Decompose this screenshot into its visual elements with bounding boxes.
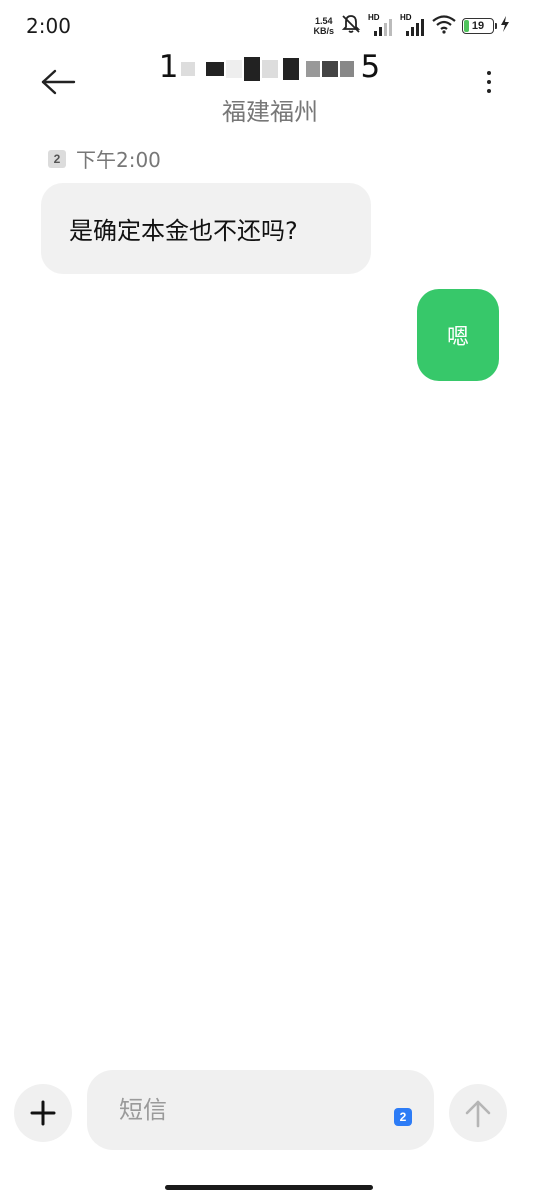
redaction-block [282,57,299,80]
sim-2-badge: 2 [48,149,66,168]
outgoing-message-bubble[interactable]: 嗯 [417,289,499,381]
add-attachment-button[interactable] [14,1084,72,1142]
battery-level: 19 [471,20,485,32]
conversation-header: 15 福建福州 [0,52,540,130]
contact-title: 15 福建福州 [120,52,420,127]
message-composer: 2 [0,1068,540,1158]
redaction-block [243,56,260,81]
battery-icon: 19 [462,18,497,34]
status-bar: 2:00 1.54 KB/s HD HD 19 [0,0,540,52]
network-speed-unit: KB/s [313,26,334,36]
wifi-icon [432,14,456,38]
incoming-message-text: 是确定本金也不还吗? [69,217,298,245]
sim-2-badge-blue[interactable]: 2 [394,1108,412,1126]
redaction-block [205,61,224,76]
timestamp-text: 下午2:00 [76,148,161,172]
redaction-block [180,61,195,76]
charging-bolt-icon [500,16,510,36]
network-speed: 1.54 KB/s [313,16,334,36]
incoming-message-bubble[interactable]: 是确定本金也不还吗? [41,183,371,274]
contact-number: 15 [120,52,420,90]
more-dot-icon [487,80,491,84]
arrow-up-icon [465,1100,491,1128]
network-speed-value: 1.54 [314,16,333,26]
arrow-left-icon [41,69,76,95]
contact-number-first-digit: 1 [158,49,180,85]
back-button[interactable] [36,62,80,102]
outgoing-message-text: 嗯 [446,325,469,350]
redaction-block [339,60,354,77]
cellular-signal-icon: HD [368,13,394,37]
battery-fill [464,20,469,32]
plus-icon [30,1100,56,1126]
message-input[interactable] [87,1070,434,1150]
cellular-signal-icon-2: HD [400,13,426,37]
home-indicator[interactable] [165,1185,373,1190]
status-icons: 1.54 KB/s HD HD 19 [313,13,510,39]
redaction-block [261,59,278,78]
contact-location: 福建福州 [222,98,318,126]
send-button[interactable] [449,1084,507,1142]
more-dot-icon [487,89,491,93]
sms-conversation-screen: 2:00 1.54 KB/s HD HD 19 1 5 福建福州 2 下午2:0… [0,0,540,1200]
contact-number-last-digit: 5 [360,49,382,85]
mute-bell-icon [340,13,362,39]
status-time: 2:00 [26,14,71,38]
redaction-block [305,60,320,77]
message-timestamp: 2 下午2:00 [48,144,161,173]
redaction-block [321,60,338,77]
more-dot-icon [487,71,491,75]
redaction-block [225,59,242,78]
more-options-button[interactable] [474,64,504,100]
